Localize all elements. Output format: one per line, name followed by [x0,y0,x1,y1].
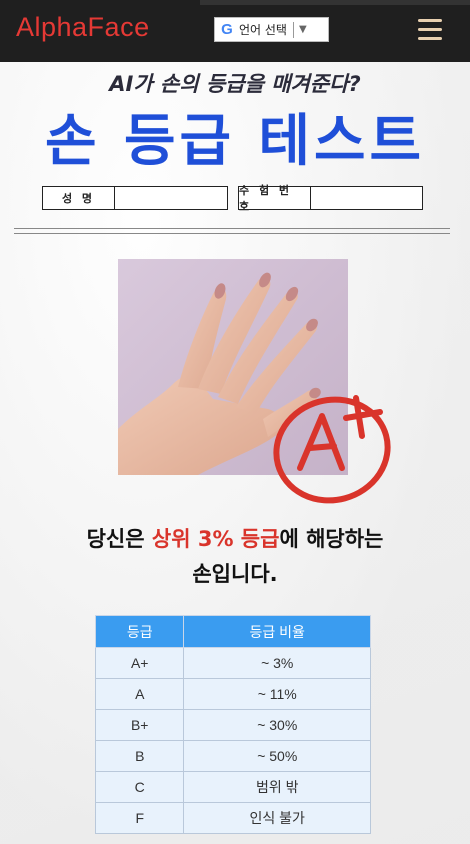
table-row: B ~ 50% [94,740,371,772]
top-strip [200,0,470,5]
result-prefix: 당신은 [86,527,152,551]
table-row: B+ ~ 30% [94,709,371,741]
divider [292,21,294,38]
exam-number-field-label: 수 험 번 호 [239,184,311,213]
result-highlight: 상위 3% 등급 [151,527,280,551]
name-field-label: 성 명 [43,187,115,209]
result-suffix: 에 해당하는 [279,527,384,551]
language-select-button[interactable]: G 언어 선택 ▼ [214,17,329,42]
exam-number-field-value [311,187,422,209]
language-select-label: 언어 선택 [239,23,287,37]
ratio-cell: ~ 11% [183,678,371,710]
table-row: C 범위 밖 [94,771,371,803]
top-navigation-bar: AlphaFace G 언어 선택 ▼ [0,0,470,62]
page-subtitle: AI가 손의 등급을 매겨준다? [109,72,361,96]
table-header-row: 등급 등급 비율 [94,615,371,648]
grade-cell: A [94,678,185,710]
divider [14,233,450,234]
exam-number-field: 수 험 번 호 [238,184,423,213]
dropdown-arrow-icon: ▼ [298,24,307,35]
name-field: 성 명 [42,186,228,210]
grade-cell: B [94,740,185,772]
result-line2: 손입니다. [192,562,278,586]
grade-table: 등급 등급 비율 A+ ~ 3% A ~ 11% B+ ~ 30% B ~ 50… [94,615,371,834]
table-row: A ~ 11% [94,678,371,710]
grade-cell: C [94,771,185,803]
page-title: 손 등급 테스트 [44,109,426,174]
table-row: A+ ~ 3% [94,647,371,679]
ratio-cell: ~ 30% [183,709,371,741]
ratio-cell: 인식 불가 [183,802,371,834]
column-header-grade: 등급 [94,615,185,648]
google-icon: G [221,21,233,38]
name-field-value [115,187,227,209]
divider [14,228,450,229]
ratio-cell: ~ 50% [183,740,371,772]
grade-cell: A+ [94,647,185,679]
column-header-ratio: 등급 비율 [183,615,371,648]
hamburger-icon[interactable] [418,19,442,40]
ratio-cell: ~ 3% [183,647,371,679]
result-message: 당신은 상위 3% 등급에 해당하는 손입니다. [0,522,470,592]
grade-stamp [273,395,391,504]
table-row: F 인식 불가 [94,802,371,834]
ratio-cell: 범위 밖 [183,771,371,803]
grade-cell: F [94,802,185,834]
logo[interactable]: AlphaFace [16,12,150,43]
grade-cell: B+ [94,709,185,741]
